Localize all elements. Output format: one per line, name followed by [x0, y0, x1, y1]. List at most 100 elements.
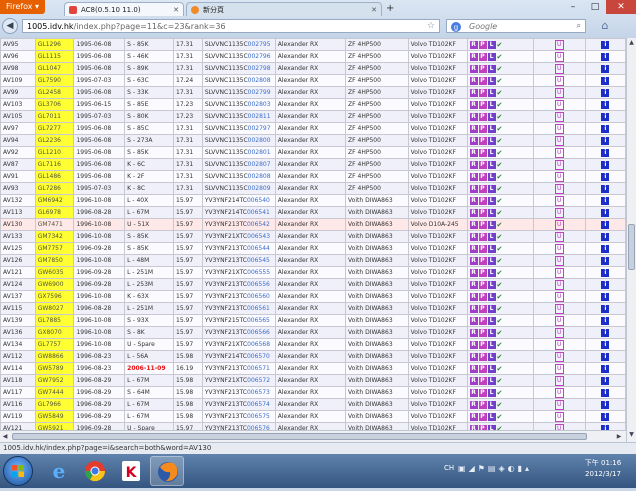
check-icon[interactable]: ✔: [497, 89, 506, 97]
info-icon[interactable]: i: [601, 280, 610, 289]
action-p-button[interactable]: P: [478, 328, 487, 337]
signal-icon[interactable]: ▴: [525, 464, 532, 473]
action-p-button[interactable]: P: [478, 292, 487, 301]
action-l-button[interactable]: L: [487, 376, 496, 385]
check-icon[interactable]: ✔: [497, 281, 506, 289]
action-p-button[interactable]: P: [478, 388, 487, 397]
update-u-button[interactable]: U: [554, 351, 564, 362]
info-icon[interactable]: i: [601, 364, 610, 373]
info-icon[interactable]: i: [601, 376, 610, 385]
action-p-button[interactable]: P: [478, 196, 487, 205]
action-p-button[interactable]: P: [478, 184, 487, 193]
action-l-button[interactable]: L: [487, 352, 496, 361]
action-l-button[interactable]: L: [487, 52, 496, 61]
speaker-icon[interactable]: ◐: [508, 464, 518, 473]
action-p-button[interactable]: P: [478, 376, 487, 385]
action-l-button[interactable]: L: [487, 148, 496, 157]
taskbar-chrome-app[interactable]: [78, 456, 112, 486]
url-bar[interactable]: 1005.idv.hk/index.php?page=11&c=23&rank=…: [22, 19, 440, 33]
check-icon[interactable]: ✔: [497, 269, 506, 277]
info-icon[interactable]: i: [601, 148, 610, 157]
info-icon[interactable]: i: [601, 304, 610, 313]
info-icon[interactable]: i: [601, 208, 610, 217]
update-u-button[interactable]: U: [554, 75, 564, 86]
action-r-button[interactable]: R: [469, 388, 478, 397]
action-r-button[interactable]: R: [469, 64, 478, 73]
new-tab-button[interactable]: +: [386, 3, 394, 14]
update-u-button[interactable]: U: [554, 375, 564, 386]
info-icon[interactable]: i: [601, 112, 610, 121]
check-icon[interactable]: ✔: [497, 365, 506, 373]
info-icon[interactable]: i: [601, 88, 610, 97]
update-u-button[interactable]: U: [554, 207, 564, 218]
action-p-button[interactable]: P: [478, 148, 487, 157]
info-icon[interactable]: i: [601, 352, 610, 361]
action-p-button[interactable]: P: [478, 244, 487, 253]
update-u-button[interactable]: U: [554, 387, 564, 398]
action-l-button[interactable]: L: [487, 232, 496, 241]
back-arrow-icon[interactable]: ◀: [2, 18, 18, 34]
check-icon[interactable]: ✔: [497, 197, 506, 205]
check-icon[interactable]: ✔: [497, 209, 506, 217]
update-u-button[interactable]: U: [554, 99, 564, 110]
action-r-button[interactable]: R: [469, 40, 478, 49]
action-r-button[interactable]: R: [469, 148, 478, 157]
action-r-button[interactable]: R: [469, 112, 478, 121]
check-icon[interactable]: ✔: [497, 221, 506, 229]
network-icon[interactable]: ▣: [458, 464, 469, 473]
action-l-button[interactable]: L: [487, 328, 496, 337]
system-clock[interactable]: 下午 01:16 2012/3/17: [578, 458, 628, 480]
action-r-button[interactable]: R: [469, 256, 478, 265]
vertical-scroll-thumb[interactable]: [628, 224, 635, 270]
action-l-button[interactable]: L: [487, 292, 496, 301]
action-l-button[interactable]: L: [487, 256, 496, 265]
scroll-up-arrow-icon[interactable]: ▲: [627, 38, 636, 48]
info-icon[interactable]: i: [601, 196, 610, 205]
action-l-button[interactable]: L: [487, 196, 496, 205]
action-l-button[interactable]: L: [487, 244, 496, 253]
check-icon[interactable]: ✔: [497, 77, 506, 85]
check-icon[interactable]: ✔: [497, 401, 506, 409]
update-u-button[interactable]: U: [554, 315, 564, 326]
action-p-button[interactable]: P: [478, 52, 487, 61]
action-p-button[interactable]: P: [478, 280, 487, 289]
action-l-button[interactable]: L: [487, 124, 496, 133]
action-r-button[interactable]: R: [469, 292, 478, 301]
action-l-button[interactable]: L: [487, 268, 496, 277]
update-u-button[interactable]: U: [554, 231, 564, 242]
update-u-button[interactable]: U: [554, 171, 564, 182]
action-p-button[interactable]: P: [478, 136, 487, 145]
action-r-button[interactable]: R: [469, 280, 478, 289]
action-p-button[interactable]: P: [478, 316, 487, 325]
check-icon[interactable]: ✔: [497, 377, 506, 385]
volume-icon[interactable]: ◢: [469, 464, 478, 473]
action-p-button[interactable]: P: [478, 160, 487, 169]
action-p-button[interactable]: P: [478, 400, 487, 409]
action-r-button[interactable]: R: [469, 184, 478, 193]
action-p-button[interactable]: P: [478, 352, 487, 361]
scroll-down-arrow-icon[interactable]: ▼: [627, 430, 636, 440]
action-p-button[interactable]: P: [478, 256, 487, 265]
action-r-button[interactable]: R: [469, 100, 478, 109]
info-icon[interactable]: i: [601, 184, 610, 193]
vertical-scrollbar[interactable]: ▲ ▼: [626, 38, 636, 442]
action-r-button[interactable]: R: [469, 268, 478, 277]
info-icon[interactable]: i: [601, 232, 610, 241]
update-u-button[interactable]: U: [554, 291, 564, 302]
action-l-button[interactable]: L: [487, 100, 496, 109]
action-r-button[interactable]: R: [469, 172, 478, 181]
action-r-button[interactable]: R: [469, 376, 478, 385]
action-l-button[interactable]: L: [487, 136, 496, 145]
action-r-button[interactable]: R: [469, 208, 478, 217]
action-r-button[interactable]: R: [469, 412, 478, 421]
search-input[interactable]: [469, 20, 565, 32]
tray-icons[interactable]: ▣◢⚑▤◈◐▮▴: [458, 464, 532, 473]
action-r-button[interactable]: R: [469, 232, 478, 241]
action-l-button[interactable]: L: [487, 400, 496, 409]
check-icon[interactable]: ✔: [497, 257, 506, 265]
update-u-button[interactable]: U: [554, 183, 564, 194]
window-close-button[interactable]: ✕: [606, 0, 636, 14]
check-icon[interactable]: ✔: [497, 173, 506, 181]
update-u-button[interactable]: U: [554, 159, 564, 170]
update-u-button[interactable]: U: [554, 279, 564, 290]
